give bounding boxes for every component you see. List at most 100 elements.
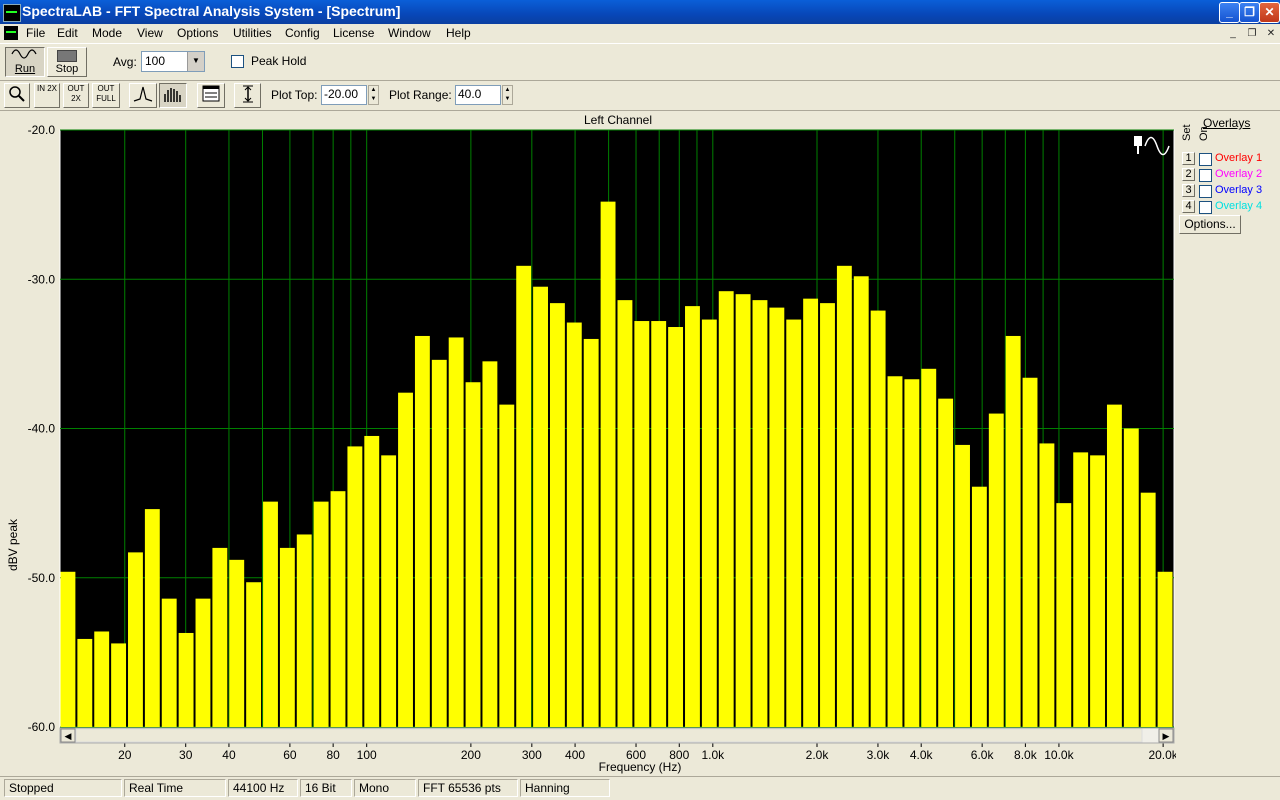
app-icon[interactable] <box>3 4 21 22</box>
run-button[interactable]: Run <box>5 47 45 77</box>
spectrum-bar <box>178 632 194 727</box>
overlay-3-checkbox[interactable] <box>1199 185 1212 198</box>
stop-icon <box>57 50 77 62</box>
spectrum-bar <box>668 327 684 727</box>
plot-top-input[interactable]: -20.00 <box>321 85 367 105</box>
zoom-out-2x-button[interactable]: OUT 2X <box>63 83 89 108</box>
menu-file[interactable]: File <box>26 26 45 40</box>
overlay-2-checkbox[interactable] <box>1199 169 1212 182</box>
spectrum-bar <box>516 265 532 727</box>
mdi-close-button[interactable]: ✕ <box>1264 27 1278 40</box>
overlay-1-label: Overlay 1 <box>1215 152 1263 164</box>
overlays-title: Overlays <box>1203 116 1251 130</box>
autoscale-button[interactable] <box>234 83 261 108</box>
x-tick-label: 20 <box>118 748 132 762</box>
status-run-state: Stopped <box>4 779 122 797</box>
menu-mode[interactable]: Mode <box>92 26 122 40</box>
plot-range-input[interactable]: 40.0 <box>455 85 501 105</box>
spectrum-bar <box>803 298 819 727</box>
zoom-in-2x-button[interactable]: IN 2X <box>34 83 60 108</box>
scroll-thumb[interactable] <box>75 728 1143 743</box>
avg-value: 100 <box>145 54 166 68</box>
overlays-set-header: Set <box>1181 124 1193 141</box>
spectrum-bar <box>971 486 987 727</box>
menu-config[interactable]: Config <box>285 26 320 40</box>
overlay-2-set-button[interactable]: 2 <box>1182 168 1195 181</box>
chevron-down-icon[interactable]: ▼ <box>187 52 204 71</box>
window-layout-icon <box>202 85 220 102</box>
spectrum-bar <box>1123 428 1139 727</box>
bar-mode-button[interactable] <box>159 83 187 108</box>
avg-select[interactable]: 100 ▼ <box>141 51 205 72</box>
spectrum-bar <box>1056 503 1072 728</box>
spectrum-bar <box>904 379 920 727</box>
menu-view[interactable]: View <box>137 26 163 40</box>
peak-hold-checkbox[interactable] <box>231 55 244 68</box>
status-channels: Mono <box>354 779 416 797</box>
x-tick-label: 2.0k <box>806 748 830 762</box>
spectrum-bar <box>1039 443 1055 727</box>
title-bar: SpectraLAB - FFT Spectral Analysis Syste… <box>0 0 1280 24</box>
overlay-1-checkbox[interactable] <box>1199 153 1212 166</box>
x-tick-label: 80 <box>326 748 340 762</box>
layout-button[interactable] <box>197 83 225 108</box>
stop-button[interactable]: Stop <box>47 47 87 77</box>
spectrum-bar <box>398 392 413 727</box>
document-icon[interactable] <box>4 26 18 40</box>
spectrum-bar <box>94 631 110 727</box>
overlay-1-set-button[interactable]: 1 <box>1182 152 1195 165</box>
overlay-3-set-button[interactable]: 3 <box>1182 184 1195 197</box>
mdi-minimize-button[interactable]: _ <box>1226 27 1240 40</box>
arrow-right-icon: ▶ <box>1163 731 1170 741</box>
menu-window[interactable]: Window <box>388 26 431 40</box>
close-button[interactable]: ✕ <box>1259 2 1280 23</box>
status-fft-size: FFT 65536 pts <box>418 779 518 797</box>
plot-top-spinner[interactable]: ▲ ▼ <box>368 85 379 105</box>
x-tick-label: 4.0k <box>910 748 934 762</box>
zoom-button[interactable] <box>4 83 30 108</box>
spectrum-bar <box>212 547 228 727</box>
spectrum-bar <box>870 310 886 727</box>
overlays-options-button[interactable]: Options... <box>1179 215 1241 234</box>
menu-license[interactable]: License <box>333 26 374 40</box>
spectrum-bar <box>549 303 565 727</box>
x-tick-label: 6.0k <box>971 748 995 762</box>
spectrum-bar <box>887 376 903 727</box>
spectrum-bar <box>414 335 430 727</box>
minimize-button[interactable]: _ <box>1219 2 1240 23</box>
spectrum-bar <box>448 337 464 727</box>
window-title: SpectraLAB - FFT Spectral Analysis Syste… <box>22 3 401 19</box>
spectrum-bar <box>836 265 852 727</box>
spectrum-bar <box>600 201 616 727</box>
overlay-2-label: Overlay 2 <box>1215 168 1263 180</box>
spectrum-bar <box>1090 455 1105 727</box>
spectrum-bar <box>853 276 869 728</box>
menu-options[interactable]: Options <box>177 26 218 40</box>
menu-edit[interactable]: Edit <box>57 26 78 40</box>
y-tick-label: -50.0 <box>28 571 56 585</box>
spectrum-bar <box>566 322 582 727</box>
zoom-in-2x-label: IN 2X <box>36 84 57 93</box>
spectrum-bar <box>499 404 515 727</box>
spectrum-bar <box>583 338 599 727</box>
spectrum-bar <box>786 319 802 727</box>
magnifier-icon <box>9 86 25 102</box>
overlay-4-checkbox[interactable] <box>1199 201 1212 214</box>
zoom-full-button[interactable]: OUT FULL <box>92 83 120 108</box>
overlay-4-set-button[interactable]: 4 <box>1182 200 1195 213</box>
x-tick-label: 800 <box>669 748 689 762</box>
menu-help[interactable]: Help <box>446 26 471 40</box>
spectrum-bar <box>195 598 211 727</box>
spectrum-bar <box>752 300 768 727</box>
maximize-button[interactable]: ❐ <box>1239 2 1260 23</box>
plot-range-spinner[interactable]: ▲ ▼ <box>502 85 513 105</box>
spectrum-bar <box>1073 452 1089 727</box>
spectrum-bar <box>955 444 970 727</box>
bar-plot-icon <box>164 88 181 102</box>
peak-hold-label: Peak Hold <box>251 54 307 68</box>
spectrum-bar <box>1022 377 1038 727</box>
line-mode-button[interactable] <box>129 83 157 108</box>
x-tick-label: 8.0k <box>1014 748 1038 762</box>
menu-utilities[interactable]: Utilities <box>233 26 272 40</box>
mdi-restore-button[interactable]: ❐ <box>1245 27 1259 40</box>
